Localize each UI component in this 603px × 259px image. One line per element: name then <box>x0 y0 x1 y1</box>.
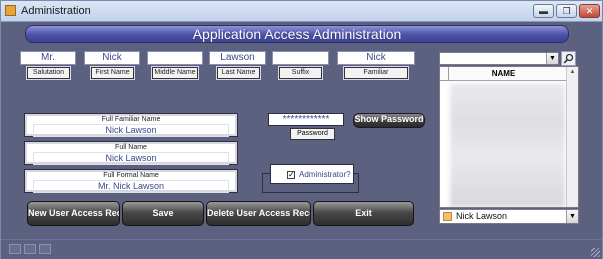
list-column-header: NAME <box>440 67 567 81</box>
familiar-field[interactable]: Nick <box>337 51 415 65</box>
status-cell <box>9 244 21 254</box>
salutation-label: Salutation <box>27 67 70 79</box>
save-button[interactable]: Save <box>122 201 204 226</box>
middle-name-label: Middle Name <box>152 67 198 79</box>
status-bar <box>1 239 602 259</box>
first-name-label: First Name <box>91 67 134 79</box>
search-button[interactable] <box>561 51 576 66</box>
status-cell <box>24 244 36 254</box>
new-user-access-record-button[interactable]: New User Access Record <box>27 201 120 226</box>
password-label: Password <box>290 128 335 140</box>
search-combo[interactable]: ▼ <box>439 52 559 65</box>
close-button[interactable]: ✕ <box>579 4 600 18</box>
chevron-down-icon[interactable]: ▼ <box>546 53 558 64</box>
chevron-down-icon[interactable]: ▼ <box>566 210 578 223</box>
salutation-field[interactable]: Mr. <box>20 51 76 65</box>
last-name-field[interactable]: Lawson <box>209 51 266 65</box>
familiar-label: Familiar <box>344 67 408 79</box>
page-title: Application Access Administration <box>25 25 569 43</box>
row-selector-header <box>440 67 449 80</box>
delete-user-access-record-button[interactable]: Delete User Access Record <box>206 201 311 226</box>
user-swatch <box>443 212 452 221</box>
full-formal-name-box: Full Formal Name Mr. Nick Lawson <box>24 169 238 193</box>
name-column-label: NAME <box>491 69 516 78</box>
full-familiar-name-value[interactable]: Nick Lawson <box>33 124 229 137</box>
administrator-label: Administrator? <box>299 170 351 179</box>
minimize-button[interactable]: ▬ <box>533 4 554 18</box>
full-formal-name-value[interactable]: Mr. Nick Lawson <box>33 180 229 193</box>
full-familiar-name-box: Full Familiar Name Nick Lawson <box>24 113 238 137</box>
show-password-button[interactable]: Show Password <box>353 113 425 128</box>
list-rows-obscured <box>450 83 565 207</box>
resize-grip[interactable] <box>591 248 600 257</box>
exit-button[interactable]: Exit <box>313 201 414 226</box>
administrator-checkbox[interactable]: ✓ <box>287 171 295 179</box>
search-icon <box>563 53 574 64</box>
window-title: Administration <box>21 5 91 17</box>
status-cell <box>39 244 51 254</box>
full-name-box: Full Name Nick Lawson <box>24 141 238 165</box>
password-field[interactable]: ************ <box>268 113 344 126</box>
user-name-list[interactable]: NAME ▲ <box>439 66 579 208</box>
scroll-up-icon[interactable]: ▲ <box>567 67 578 78</box>
first-name-field[interactable]: Nick <box>84 51 140 65</box>
suffix-field[interactable] <box>272 51 329 65</box>
restore-button[interactable]: ❐ <box>556 4 577 18</box>
full-name-value[interactable]: Nick Lawson <box>33 152 229 165</box>
full-formal-name-label: Full Formal Name <box>103 172 159 179</box>
list-scrollbar[interactable]: ▲ <box>566 67 578 207</box>
app-icon <box>5 5 16 16</box>
suffix-label: Suffix <box>279 67 322 79</box>
full-name-label: Full Name <box>115 144 147 151</box>
middle-name-field[interactable] <box>147 51 203 65</box>
title-bar[interactable]: Administration ▬ ❐ ✕ <box>1 1 602 22</box>
last-name-label: Last Name <box>217 67 260 79</box>
full-familiar-name-label: Full Familiar Name <box>101 116 161 123</box>
selected-user-combo[interactable]: Nick Lawson ▼ <box>439 209 579 224</box>
administrator-option[interactable]: ✓ Administrator? <box>270 164 354 184</box>
administration-window: Administration ▬ ❐ ✕ Application Access … <box>0 0 603 259</box>
selected-user-name: Nick Lawson <box>456 211 508 221</box>
